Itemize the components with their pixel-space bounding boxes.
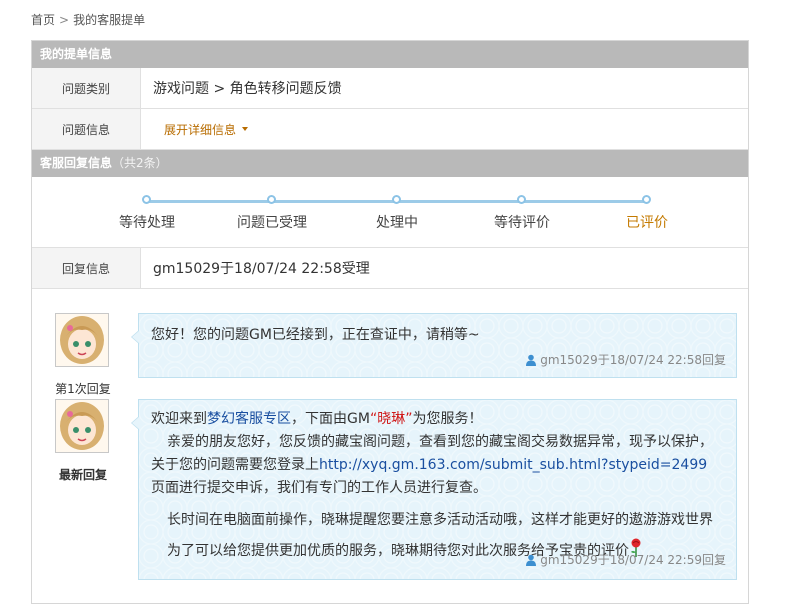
progress-step-label: 问题已受理 <box>237 215 307 231</box>
reply-1-meta: gm15029于18/07/24 22:58回复 <box>525 351 726 368</box>
progress-step-label: 处理中 <box>376 215 418 231</box>
reply-2-line-3: 关于您的问题需要您登录上http://xyq.gm.163.com/submit… <box>151 454 736 477</box>
caret-down-icon <box>242 127 249 131</box>
reply-2-bubble: 欢迎来到梦幻客服专区，下面由GM“晓琳”为您服务！ 亲爱的朋友您好，您反馈的藏宝… <box>131 399 737 580</box>
reply-2-line-1: 欢迎来到梦幻客服专区，下面由GM“晓琳”为您服务！ <box>151 408 736 431</box>
reply-1-text: 您好！您的问题GM已经接到，正在查证中，请稍等~ <box>151 327 480 343</box>
reply-section-header: 客服回复信息（共2条） <box>32 150 748 177</box>
category-value: 游戏问题 > 角色转移问题反馈 <box>153 81 342 97</box>
ticket-section-title: 我的提单信息 <box>40 47 113 61</box>
reply-1-label: 第1次回复 <box>55 382 111 396</box>
breadcrumb-current: 我的客服提单 <box>73 13 146 27</box>
ticket-panel: 我的提单信息 问题类别 游戏问题 > 角色转移问题反馈 问题信息 展开详细信息 … <box>31 40 749 604</box>
breadcrumb: 首页 > 我的客服提单 <box>31 11 145 28</box>
text-span: ，下面由GM <box>291 411 370 427</box>
progress-step-label: 等待评价 <box>494 215 550 231</box>
text-span: 欢迎来到 <box>151 411 207 427</box>
reply-count: （共2条） <box>112 156 168 170</box>
progress-dot <box>267 195 276 204</box>
text-span: 为您服务！ <box>412 411 483 427</box>
progress-dot <box>642 195 651 204</box>
reply-list: 第1次回复 您好！您的问题GM已经接到，正在查证中，请稍等~ gm15029于1… <box>32 289 748 603</box>
ticket-section-header: 我的提单信息 <box>32 41 748 68</box>
expand-details-label: 展开详细信息 <box>164 122 237 137</box>
service-zone-name: 梦幻客服专区 <box>207 411 291 427</box>
bubble-tail <box>131 416 139 430</box>
reply-2-line-2: 亲爱的朋友您好，您反馈的藏宝阁问题，查看到您的藏宝阁交易数据异常，现予以保护， <box>167 434 713 450</box>
breadcrumb-separator: > <box>59 13 70 27</box>
bubble-tail <box>131 330 139 344</box>
progress-dot <box>392 195 401 204</box>
gm-avatar-icon <box>56 314 108 366</box>
text-span: 关于您的问题需要您登录上 <box>151 457 319 473</box>
category-row: 问题类别 游戏问题 > 角色转移问题反馈 <box>32 68 748 109</box>
submit-link[interactable]: http://xyq.gm.163.com/submit_sub.html?st… <box>319 457 707 473</box>
reply-section-title: 客服回复信息 <box>40 156 113 170</box>
breadcrumb-home-link[interactable]: 首页 <box>31 13 55 27</box>
reply-2-timestamp: gm15029于18/07/24 22:59回复 <box>540 553 726 567</box>
progress-step-label-active: 已评价 <box>626 215 668 231</box>
reply-2-meta: gm15029于18/07/24 22:59回复 <box>525 551 726 568</box>
reply-2-body: 欢迎来到梦幻客服专区，下面由GM“晓琳”为您服务！ 亲爱的朋友您好，您反馈的藏宝… <box>151 408 736 563</box>
progress-dot <box>142 195 151 204</box>
reply-info-value: gm15029于18/07/24 22:58受理 <box>153 261 370 277</box>
gm-avatar <box>55 399 109 453</box>
user-icon <box>526 354 537 366</box>
category-label: 问题类别 <box>32 68 141 108</box>
gm-avatar <box>55 313 109 367</box>
reply-2-label: 最新回复 <box>58 468 107 482</box>
reply-2-line-5: 长时间在电脑面前操作，晓琳提醒您要注意多活动活动哦，这样才能更好的遨游游戏世界 <box>167 512 713 528</box>
reply-1-bubble: 您好！您的问题GM已经接到，正在查证中，请稍等~ gm15029于18/07/2… <box>131 313 737 378</box>
progress-step-label: 等待处理 <box>119 215 175 231</box>
progress-dot <box>517 195 526 204</box>
reply-info-label: 回复信息 <box>32 248 141 288</box>
gm-avatar-icon <box>56 400 108 452</box>
reply-1-timestamp: gm15029于18/07/24 22:58回复 <box>540 353 726 367</box>
reply-info-row: 回复信息 gm15029于18/07/24 22:58受理 <box>32 248 748 289</box>
info-row: 问题信息 展开详细信息 <box>32 109 748 150</box>
user-icon <box>526 554 537 566</box>
reply-2-line-4: 页面进行提交申诉，我们有专门的工作人员进行复查。 <box>151 480 487 496</box>
info-label: 问题信息 <box>32 109 141 149</box>
gm-name: “晓琳” <box>369 411 413 427</box>
status-progress: 等待处理 问题已受理 处理中 等待评价 已评价 <box>32 178 748 248</box>
expand-details-toggle[interactable]: 展开详细信息 <box>164 109 249 149</box>
